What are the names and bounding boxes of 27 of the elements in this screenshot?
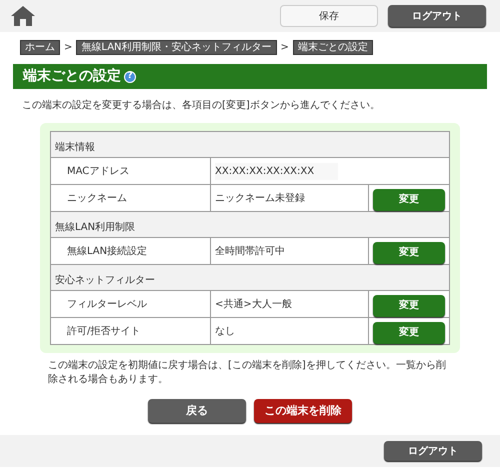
change-button[interactable]: 変更	[373, 294, 445, 317]
table-cell: <共通>大人一般	[215, 298, 292, 310]
table-cell: なし	[215, 326, 235, 336]
page-title: 端末ごとの設定	[23, 66, 121, 86]
table-cell: ニックネーム未登録	[215, 192, 305, 204]
change-button[interactable]: 変更	[373, 188, 445, 211]
intro-text: この端末の設定を変更する場合は、各項目の[変更]ボタンから進んでください。	[22, 98, 381, 113]
delete-button[interactable]: この端末を削除	[254, 399, 352, 423]
save-button[interactable]: 保存	[280, 5, 378, 27]
breadcrumb-separator: >	[64, 40, 72, 54]
section-heading: 安心ネットフィルター	[55, 274, 155, 286]
change-button[interactable]: 変更	[373, 322, 445, 344]
breadcrumb-link[interactable]: 無線LAN利用制限・安心ネットフィルター	[76, 40, 277, 54]
back-button[interactable]: 戻る	[148, 399, 246, 423]
breadcrumb-link[interactable]: ホーム	[20, 40, 60, 54]
home-icon[interactable]	[10, 5, 36, 27]
logout-button[interactable]: ログアウト	[384, 441, 482, 461]
table-cell: XX:XX:XX:XX:XX:XX	[215, 162, 338, 180]
note-text: この端末の設定を初期値に戻す場合は、[この端末を削除]を押してください。一覧から削除される場合もあります。	[48, 359, 447, 387]
change-button[interactable]: 変更	[373, 242, 445, 264]
table-cell: 全時間帯許可中	[215, 246, 285, 256]
breadcrumb-separator: >	[280, 40, 289, 54]
logout-button[interactable]: ログアウト	[388, 5, 486, 27]
section-heading: 無線LAN利用制限	[55, 222, 136, 232]
table-cell: 許可/拒否サイト	[50, 318, 210, 344]
breadcrumb-link[interactable]: 端末ごとの設定	[292, 40, 373, 54]
section-heading: 端末情報	[55, 142, 95, 152]
